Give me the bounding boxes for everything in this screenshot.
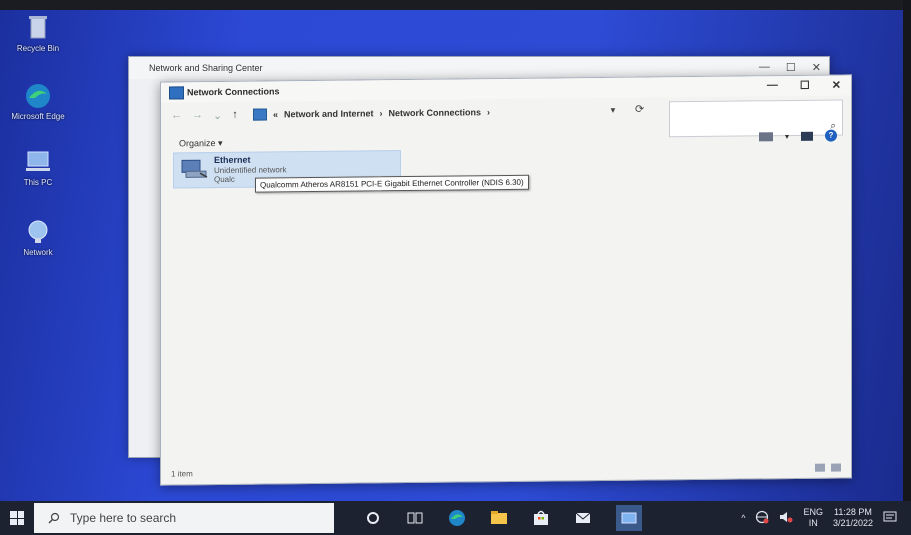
- item-count: 1 item: [171, 469, 193, 479]
- breadcrumb-network-internet[interactable]: Network and Internet: [284, 108, 374, 119]
- item-title: Ethernet: [214, 154, 251, 166]
- control-panel-icon: [253, 108, 267, 121]
- recent-locations-icon[interactable]: ⌄: [213, 108, 222, 121]
- organize-button[interactable]: Organize ▾: [179, 137, 223, 148]
- desktop-icon-this-pc[interactable]: This PC: [8, 148, 68, 187]
- close-button[interactable]: ✕: [812, 61, 821, 74]
- back-window-title: Network and Sharing Center: [149, 63, 263, 73]
- item-status: Unidentified network: [214, 165, 287, 176]
- computer-icon: [26, 151, 50, 171]
- windows-logo-icon: [10, 511, 24, 525]
- desktop-icon-edge[interactable]: Microsoft Edge: [8, 82, 68, 121]
- clock-time: 11:28 PM: [834, 507, 872, 517]
- desktop-icon-recycle-bin[interactable]: Recycle Bin: [8, 14, 68, 53]
- notification-icon[interactable]: [883, 511, 897, 525]
- network-connections-icon: [169, 86, 184, 100]
- large-icons-view-icon[interactable]: [831, 463, 841, 472]
- search-icon: [48, 512, 60, 524]
- clock[interactable]: 11:28 PM 3/21/2022: [833, 507, 873, 529]
- system-tray: ^ ENG IN 11:28 PM 3/21/2022: [741, 501, 897, 535]
- volume-icon[interactable]: [779, 511, 793, 525]
- file-list[interactable]: Ethernet Unidentified network Qualc Qual…: [161, 145, 851, 462]
- maximize-button[interactable]: ☐: [800, 79, 810, 92]
- desktop-icon-network[interactable]: Network: [8, 218, 68, 257]
- close-button[interactable]: ✕: [832, 78, 841, 91]
- region-code: IN: [808, 518, 818, 528]
- maximize-button[interactable]: ☐: [786, 61, 796, 74]
- task-view-icon[interactable]: [406, 509, 424, 527]
- input-language-indicator[interactable]: ENG IN: [803, 507, 823, 529]
- preview-pane-icon[interactable]: [801, 131, 813, 141]
- show-hidden-icons-button[interactable]: ^: [741, 513, 745, 523]
- cortana-icon[interactable]: [364, 509, 382, 527]
- details-view-icon[interactable]: [815, 463, 825, 472]
- taskbar-search-placeholder: Type here to search: [70, 511, 177, 525]
- monitor-bezel-right: [903, 0, 911, 535]
- start-button[interactable]: [0, 501, 34, 535]
- store-icon[interactable]: [532, 509, 550, 527]
- up-arrow-icon[interactable]: ↑: [232, 108, 238, 121]
- address-overflow[interactable]: «: [273, 109, 278, 119]
- adapter-tooltip: Qualcomm Atheros AR8151 PCI-E Gigabit Et…: [255, 174, 529, 193]
- ethernet-adapter-icon: [181, 159, 208, 178]
- edge-icon: [26, 84, 50, 108]
- back-arrow-icon[interactable]: ←: [171, 109, 182, 122]
- network-connections-window[interactable]: Network Connections — ☐ ✕ ← → ⌄ ↑ « Netw…: [160, 74, 852, 486]
- file-explorer-icon[interactable]: [490, 509, 508, 527]
- network-icon: [28, 220, 48, 243]
- clock-date: 3/21/2022: [832, 518, 873, 528]
- minimize-button[interactable]: —: [759, 61, 770, 74]
- network-status-icon[interactable]: [755, 510, 769, 526]
- desktop-icon-label: This PC: [23, 178, 53, 187]
- change-view-icon[interactable]: [758, 131, 773, 141]
- breadcrumb-network-connections[interactable]: Network Connections: [389, 107, 482, 118]
- item-adapter: Qualc: [214, 174, 235, 185]
- breadcrumb-separator[interactable]: ›: [380, 108, 383, 118]
- view-dropdown-icon[interactable]: ▾: [785, 132, 789, 141]
- edge-icon[interactable]: [448, 509, 466, 527]
- taskbar: Type here to search ^ ENG IN 11:28 PM 3/…: [0, 501, 911, 535]
- desktop-icon-label: Network: [23, 248, 53, 257]
- refresh-icon[interactable]: ⟳: [635, 103, 644, 116]
- breadcrumb-separator[interactable]: ›: [487, 107, 490, 117]
- mail-icon[interactable]: [574, 509, 592, 527]
- forward-arrow-icon[interactable]: →: [192, 109, 203, 122]
- monitor-bezel-top: [0, 0, 911, 10]
- help-icon[interactable]: ?: [825, 129, 837, 142]
- desktop-icon-label: Recycle Bin: [16, 44, 60, 53]
- address-bar[interactable]: « Network and Internet › Network Connect…: [253, 102, 633, 124]
- minimize-button[interactable]: —: [767, 79, 778, 92]
- desktop-icon-label: Microsoft Edge: [11, 112, 65, 121]
- recycle-bin-icon: [29, 16, 47, 39]
- address-dropdown-icon[interactable]: ▼: [609, 106, 617, 115]
- window-title: Network Connections: [187, 86, 280, 98]
- taskbar-search-box[interactable]: Type here to search: [34, 503, 334, 533]
- control-panel-taskbar-icon[interactable]: [616, 505, 642, 531]
- language-code: ENG: [803, 507, 823, 517]
